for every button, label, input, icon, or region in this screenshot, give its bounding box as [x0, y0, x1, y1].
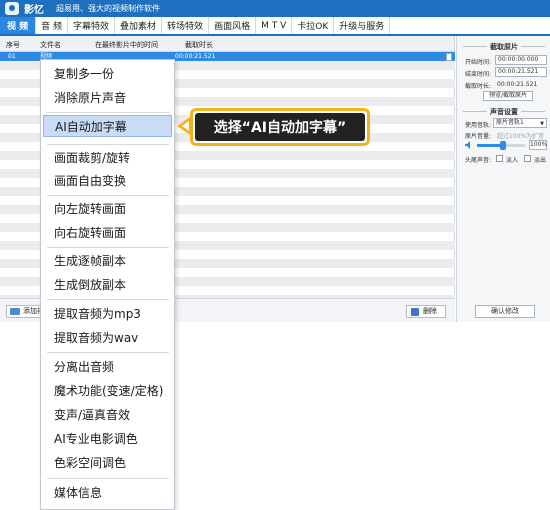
settings-panel: 截取原片 开始时间: 00:00:00.000 结束时间: 00:00:21.5… — [456, 36, 550, 322]
tab-video[interactable]: 视 频 — [0, 17, 37, 34]
volume-percent-input[interactable]: 100% — [529, 140, 547, 150]
tab-overlay[interactable]: 叠加素材 — [115, 17, 163, 34]
volume-slider-thumb[interactable] — [500, 141, 507, 150]
menu-item-rotate-left[interactable]: 向左旋转画面 — [41, 198, 174, 220]
menu-item-duplicate[interactable]: 复制多一份 — [41, 63, 174, 85]
context-menu: 复制多一份 消除原片声音 AI自动加字幕 画面裁剪/旋转 画面自由变换 向左旋转… — [40, 59, 175, 510]
clip-length-value: 00:00:21.521 — [497, 81, 538, 88]
col-filename: 文件名 — [40, 41, 61, 49]
fade-out-checkbox[interactable] — [524, 155, 531, 162]
menu-item-color-space[interactable]: 色彩空间调色 — [41, 452, 174, 474]
menu-item-separate-audio[interactable]: 分离出音频 — [41, 356, 174, 378]
menu-item-extract-wav[interactable]: 提取音频为wav — [41, 327, 174, 349]
callout-text: 选择“AI自动加字幕” — [195, 113, 365, 141]
end-time-input[interactable]: 00:00:21.521 — [495, 67, 547, 77]
row-index: 01 — [8, 53, 16, 60]
menu-item-voice-effects[interactable]: 变声/逼真音效 — [41, 404, 174, 426]
menu-divider — [47, 478, 169, 479]
add-video-icon — [10, 308, 20, 315]
callout-arrow-inner — [182, 121, 189, 131]
row-duration: 00:00:21.521 — [175, 53, 216, 60]
table-header: 序号 文件名 在最终影片中的时间 截取时长 — [0, 36, 454, 52]
menu-item-extract-mp3[interactable]: 提取音频为mp3 — [41, 303, 174, 325]
menu-divider — [47, 112, 169, 113]
preview-clip-button[interactable]: 预览/截取原片 — [483, 91, 533, 101]
tab-mtv[interactable]: M T V — [256, 17, 293, 34]
audio-section-title: 声音设置 — [457, 107, 550, 117]
app-slogan: 超易用、强大的视频制作软件 — [56, 4, 160, 13]
confirm-changes-button[interactable]: 确认修改 — [475, 305, 535, 318]
clip-section-title: 截取原片 — [457, 42, 550, 52]
chevron-down-icon: ▼ — [540, 121, 544, 127]
menu-item-ai-color-grade[interactable]: AI专业电影调色 — [41, 428, 174, 450]
menu-item-crop-rotate[interactable]: 画面裁剪/旋转 — [41, 147, 174, 169]
audio-track-value: 原片音轨1 — [496, 119, 524, 126]
volume-slider[interactable] — [477, 141, 525, 150]
col-index: 序号 — [6, 41, 20, 49]
menu-divider — [47, 144, 169, 145]
tab-karaoke[interactable]: 卡拉OK — [292, 17, 335, 34]
menu-item-frame-copy[interactable]: 生成逐帧副本 — [41, 250, 174, 272]
col-timeline: 在最终影片中的时间 — [95, 41, 158, 49]
fade-in-checkbox[interactable] — [496, 155, 503, 162]
menu-divider — [47, 299, 169, 300]
main-tab-bar: 视 频 音 频 字幕特效 叠加素材 转场特效 画面风格 M T V 卡拉OK 升… — [0, 17, 550, 36]
tab-subtitle-effects[interactable]: 字幕特效 — [68, 17, 116, 34]
menu-divider — [47, 195, 169, 196]
row-menu-handle[interactable] — [446, 53, 452, 61]
start-time-input[interactable]: 00:00:00.000 — [495, 55, 547, 65]
menu-item-reverse-copy[interactable]: 生成倒放副本 — [41, 274, 174, 296]
trash-icon — [411, 308, 419, 316]
col-duration: 截取时长 — [185, 41, 213, 49]
fade-label: 头尾声音: — [465, 157, 492, 164]
fade-in-label: 淡入 — [506, 157, 519, 164]
volume-hint: 超过100%为扩音 — [497, 133, 545, 140]
start-time-label: 开始时间: — [465, 59, 492, 66]
title-bar: 影忆 超易用、强大的视频制作软件 — [0, 0, 550, 17]
volume-label: 原片音量: — [465, 133, 492, 140]
tab-audio[interactable]: 音 频 — [36, 17, 69, 34]
end-time-label: 结束时间: — [465, 71, 492, 78]
menu-item-rotate-right[interactable]: 向右旋转画面 — [41, 222, 174, 244]
menu-item-media-info[interactable]: 媒体信息 — [41, 482, 174, 504]
menu-item-free-transform[interactable]: 画面自由变换 — [41, 170, 174, 192]
delete-label: 删除 — [423, 307, 437, 315]
delete-button[interactable]: 删除 — [406, 305, 446, 318]
tab-upgrade[interactable]: 升级与服务 — [334, 17, 391, 34]
audio-track-select[interactable]: 原片音轨1 ▼ — [493, 118, 547, 128]
instruction-callout: 选择“AI自动加字幕” — [190, 108, 370, 146]
tab-styles[interactable]: 画面风格 — [209, 17, 257, 34]
menu-divider — [47, 247, 169, 248]
clip-length-label: 截取时长: — [465, 83, 492, 90]
fade-out-label: 淡出 — [534, 157, 547, 164]
menu-item-mute-original[interactable]: 消除原片声音 — [41, 87, 174, 109]
app-logo-icon — [5, 2, 19, 15]
menu-item-magic-speed[interactable]: 魔术功能(变速/定格) — [41, 380, 174, 402]
speaker-icon — [465, 141, 470, 149]
app-name: 影忆 — [24, 5, 44, 16]
menu-item-ai-subtitles[interactable]: AI自动加字幕 — [43, 115, 172, 137]
menu-divider — [47, 352, 169, 353]
audio-track-label: 使用音轨: — [465, 122, 492, 129]
tab-transitions[interactable]: 转场特效 — [162, 17, 210, 34]
